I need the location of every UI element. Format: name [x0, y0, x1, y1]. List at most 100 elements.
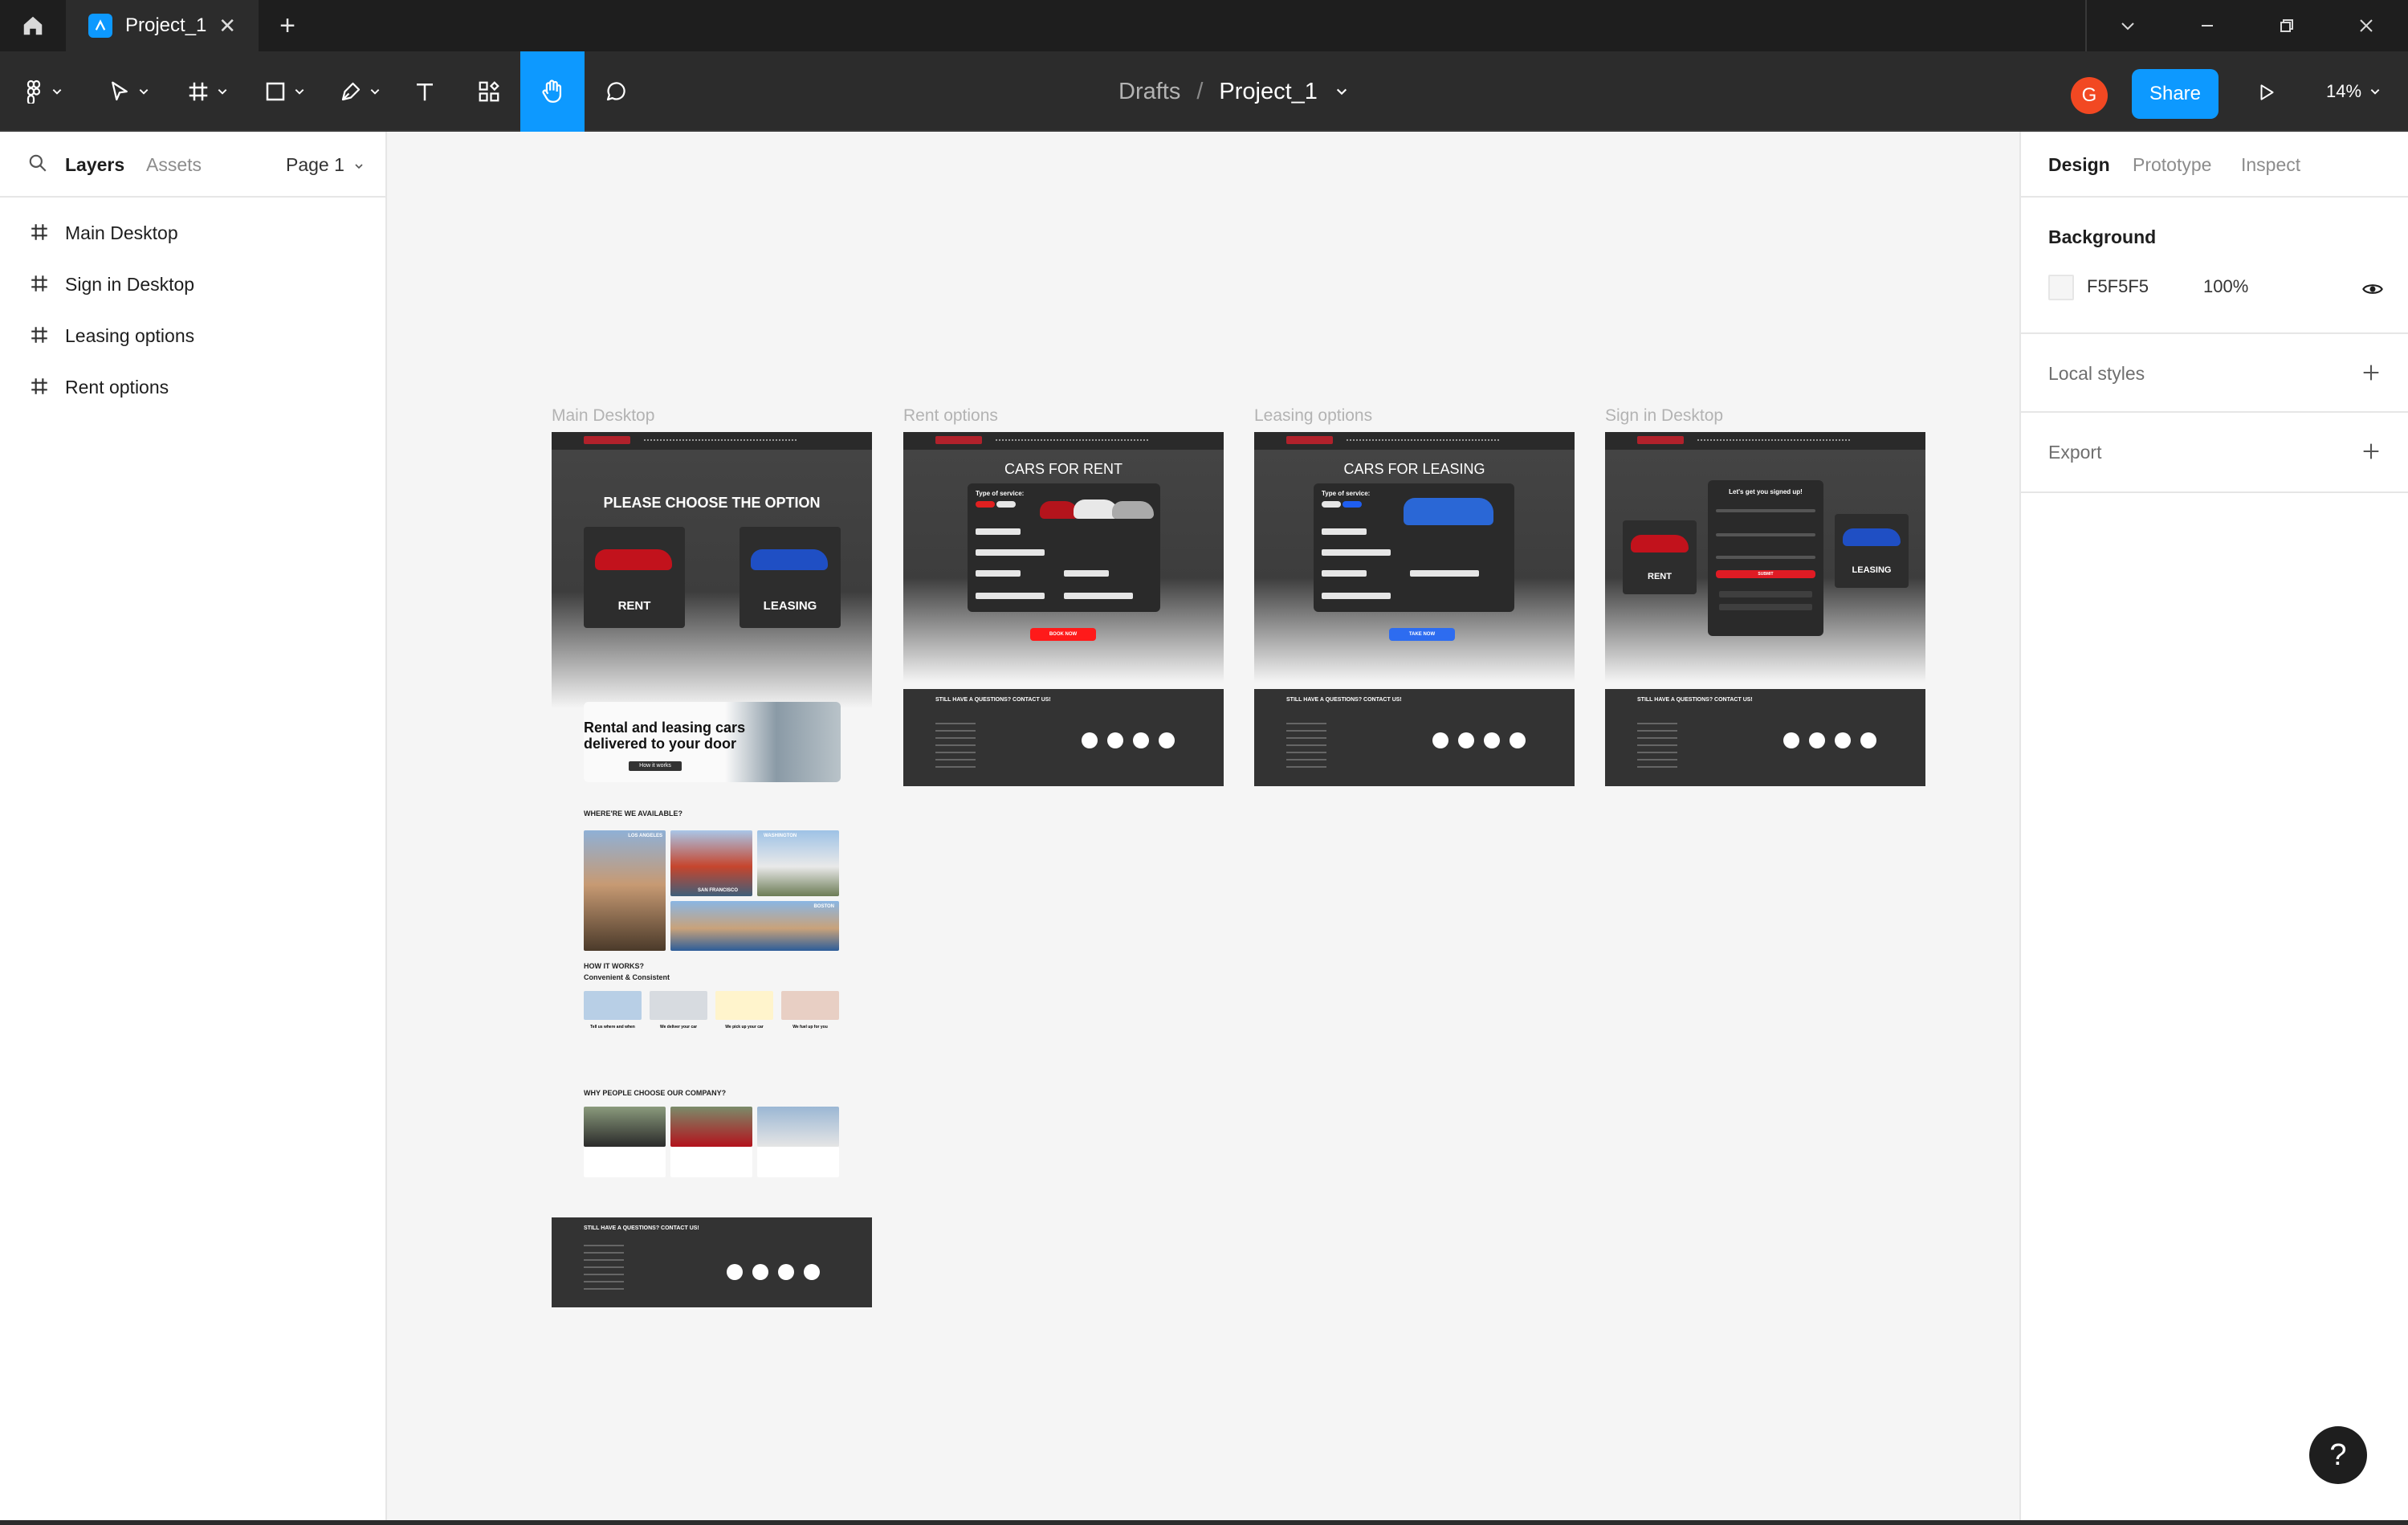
breadcrumb-drafts[interactable]: Drafts — [1118, 79, 1180, 105]
layers-panel: Layers Assets Page 1 Main Desktop Sign i… — [0, 132, 387, 1525]
frame-label-main-desktop[interactable]: Main Desktop — [552, 406, 654, 426]
frame-sign-in-desktop[interactable]: RENT Let's get you signed up! SUBMIT LEA… — [1605, 432, 1925, 786]
rent-card: RENT — [584, 527, 685, 628]
plus-icon[interactable] — [2360, 361, 2382, 384]
layer-sign-in-desktop[interactable]: Sign in Desktop — [0, 259, 385, 310]
city-photo-washington: WASHINGTON — [757, 830, 839, 896]
background-hex[interactable]: F5F5F5 — [2087, 276, 2149, 297]
figma-logo-icon — [26, 80, 41, 104]
eye-icon[interactable] — [2361, 278, 2384, 300]
leasing-card-label: LEASING — [763, 599, 817, 613]
twitter-icon — [778, 1264, 794, 1280]
promo-banner: Rental and leasing cars delivered to you… — [584, 702, 841, 782]
toggle-rent — [976, 501, 995, 508]
share-button[interactable]: Share — [2132, 69, 2219, 119]
tab-layers[interactable]: Layers — [65, 154, 124, 176]
toolbar: Drafts / Project_1 G Share 14% — [0, 51, 2408, 132]
frame-nav — [1254, 432, 1575, 450]
frame-hero: CARS FOR LEASING Type of service: TAKE N… — [1254, 450, 1575, 683]
rent-card: RENT — [1623, 520, 1697, 594]
layer-rent-options[interactable]: Rent options — [0, 361, 385, 413]
shape-tool-button[interactable] — [255, 51, 313, 132]
frame-nav — [1605, 432, 1925, 450]
section-how: HOW IT WORKS? — [584, 962, 644, 970]
comment-tool-button[interactable] — [596, 51, 636, 132]
hero-title: CARS FOR LEASING — [1343, 461, 1485, 477]
step-image-3 — [715, 991, 773, 1020]
email-input — [1716, 556, 1815, 559]
footer-links — [1637, 723, 1677, 771]
footer-title: STILL HAVE A QUESTIONS? CONTACT US! — [1286, 697, 1402, 703]
frame-footer: STILL HAVE A QUESTIONS? CONTACT US! — [1254, 689, 1575, 786]
local-styles-section: Local styles — [2021, 334, 2408, 413]
resources-tool-button[interactable] — [469, 51, 509, 132]
project-name[interactable]: Project_1 — [1219, 79, 1318, 105]
background-opacity[interactable]: 100% — [2203, 276, 2248, 297]
frame-hash-icon — [31, 378, 47, 394]
frame-rent-options[interactable]: CARS FOR RENT Type of service: BOOK NOW — [903, 432, 1224, 786]
chevron-down-icon[interactable] — [2112, 10, 2144, 42]
tab-design[interactable]: Design — [2048, 154, 2110, 176]
pen-tool-button[interactable] — [331, 51, 389, 132]
help-button[interactable]: ? — [2309, 1426, 2367, 1484]
figma-file-icon — [88, 14, 112, 38]
add-tab-icon[interactable]: + — [271, 10, 304, 42]
zoom-control[interactable]: 14% — [2326, 51, 2381, 132]
frame-main-desktop[interactable]: PLEASE CHOOSE THE OPTION RENT LEASING Re… — [552, 432, 872, 1307]
tab-prototype[interactable]: Prototype — [2133, 154, 2211, 176]
close-tab-icon[interactable]: ✕ — [218, 14, 236, 38]
search-icon[interactable] — [27, 153, 48, 173]
layer-leasing-options[interactable]: Leasing options — [0, 310, 385, 361]
frame-leasing-options[interactable]: CARS FOR LEASING Type of service: TAKE N… — [1254, 432, 1575, 786]
frame-hero: PLEASE CHOOSE THE OPTION RENT LEASING — [552, 450, 872, 708]
footer-links — [935, 723, 976, 771]
page-selector[interactable]: Page 1 — [286, 154, 364, 176]
twitter-icon — [1133, 732, 1149, 748]
section-available: WHERE'RE WE AVAILABLE? — [584, 809, 682, 818]
background-section: Background — [2021, 198, 2408, 334]
design-canvas[interactable]: Main Desktop PLEASE CHOOSE THE OPTION RE… — [387, 132, 2019, 1525]
components-icon — [479, 81, 499, 102]
footer-title: STILL HAVE A QUESTIONS? CONTACT US! — [1637, 697, 1753, 703]
frame-label-sign-in-desktop[interactable]: Sign in Desktop — [1605, 406, 1723, 426]
text-tool-button[interactable] — [405, 51, 445, 132]
plus-icon[interactable] — [2360, 440, 2382, 463]
chevron-down-icon — [355, 164, 363, 169]
restore-icon[interactable] — [2271, 10, 2303, 42]
background-swatch[interactable] — [2048, 275, 2074, 300]
frame-footer: STILL HAVE A QUESTIONS? CONTACT US! — [1605, 689, 1925, 786]
silver-car-icon — [1112, 501, 1154, 519]
form-heading: Type of service: — [976, 490, 1025, 497]
layer-label: Rent options — [65, 376, 169, 398]
avatar[interactable]: G — [2071, 77, 2108, 114]
frame-hash-icon — [31, 275, 47, 292]
file-tab[interactable]: Project_1 ✕ — [66, 0, 259, 51]
rent-form: Type of service: — [968, 483, 1160, 612]
chevron-down-icon — [52, 89, 62, 95]
frame-tool-button[interactable] — [178, 51, 236, 132]
chevron-down-icon — [139, 89, 149, 95]
background-heading: Background — [2048, 226, 2157, 247]
hand-tool-button[interactable] — [520, 51, 585, 132]
review-photo-1 — [584, 1107, 666, 1147]
cursor-arrow-icon — [112, 81, 128, 101]
tab-inspect[interactable]: Inspect — [2241, 154, 2300, 176]
home-icon — [23, 16, 43, 35]
frame-label-rent-options[interactable]: Rent options — [903, 406, 998, 426]
review-card-2 — [670, 1147, 752, 1177]
promo-button: How it works — [629, 761, 682, 771]
home-button[interactable] — [0, 0, 66, 51]
chevron-down-icon[interactable] — [1335, 85, 1348, 98]
present-button[interactable] — [2248, 74, 2285, 111]
move-tool-button[interactable] — [100, 51, 157, 132]
frame-label-leasing-options[interactable]: Leasing options — [1254, 406, 1372, 426]
close-window-icon[interactable] — [2350, 10, 2382, 42]
step-image-2 — [650, 991, 707, 1020]
main-menu-button[interactable] — [16, 51, 71, 132]
make-input — [1322, 528, 1367, 535]
layer-main-desktop[interactable]: Main Desktop — [0, 207, 385, 259]
minimize-icon[interactable] — [2191, 10, 2223, 42]
tab-assets[interactable]: Assets — [146, 154, 202, 176]
make-input — [976, 528, 1021, 535]
frame-nav — [903, 432, 1224, 450]
